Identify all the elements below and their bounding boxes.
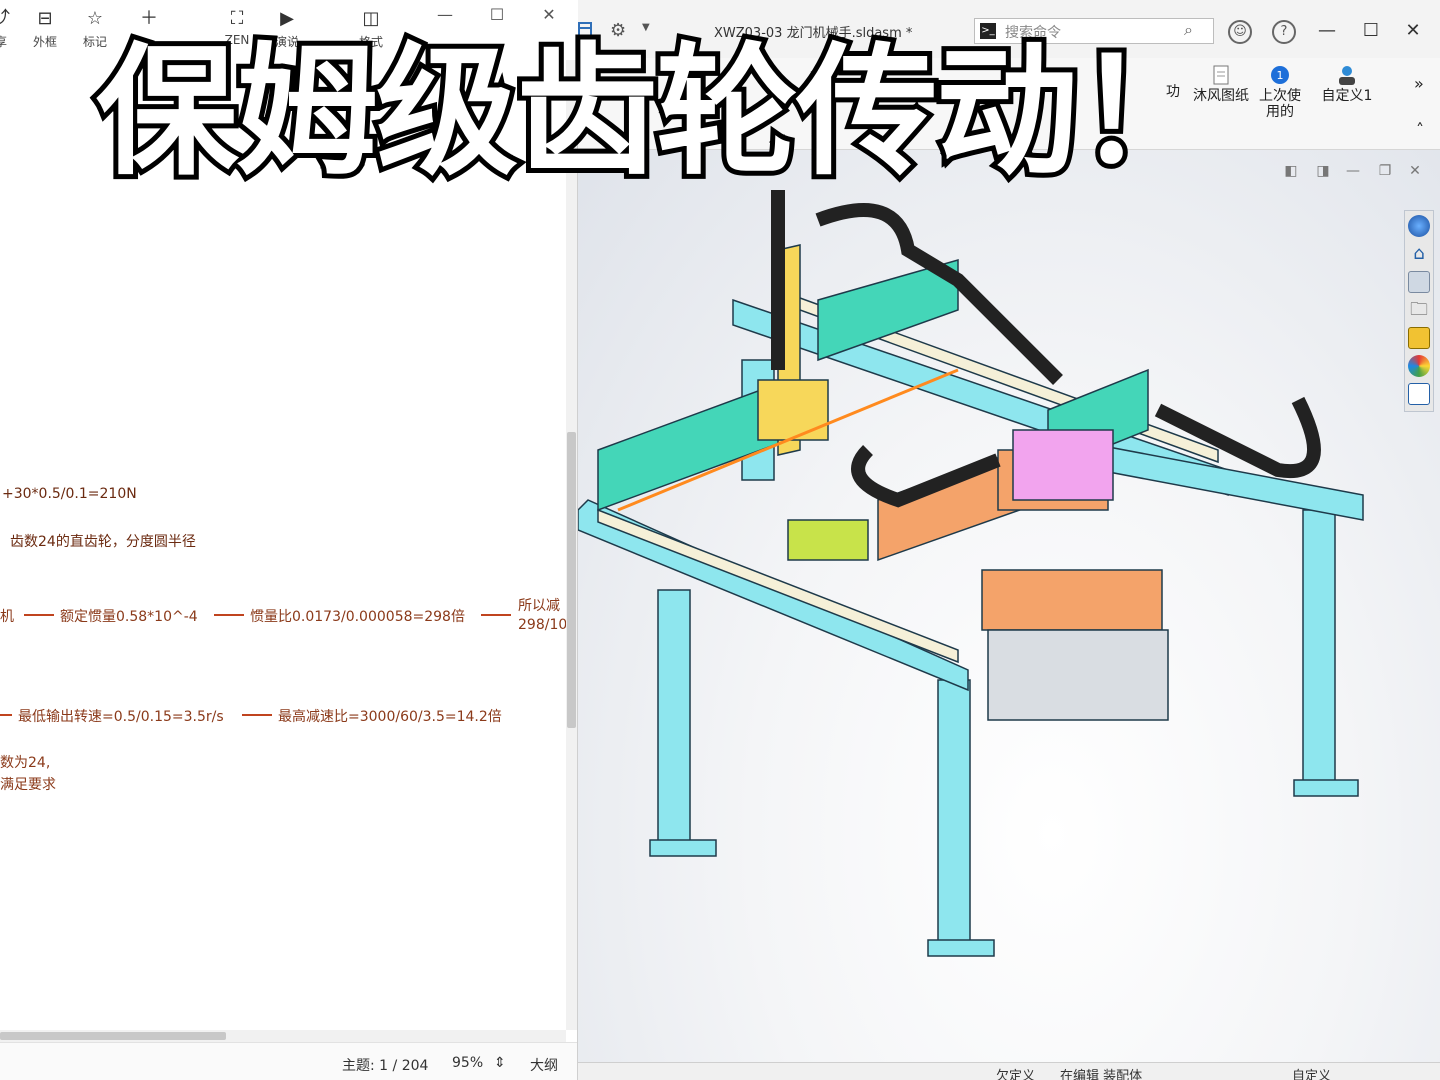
leg-foot [1293, 779, 1359, 797]
gantry-leg [937, 679, 971, 951]
scrollbar-thumb[interactable] [0, 1032, 226, 1040]
mindmap-canvas[interactable]: +30*0.5/0.1=210N 齿数24的直齿轮，分度圆半径 机 额定惯量0.… [0, 60, 566, 1030]
custom-properties-icon[interactable] [1408, 383, 1430, 405]
appearances-icon[interactable] [1408, 355, 1430, 377]
connector-line [214, 614, 244, 616]
mindmap-node[interactable]: +30*0.5/0.1=210N [2, 486, 137, 502]
mindmap-node[interactable]: 298/10 [518, 617, 566, 633]
motor-gearbox [787, 519, 869, 561]
mindmap-node[interactable]: 最高减速比=3000/60/3.5=14.2倍 [278, 706, 502, 726]
cad-close-button[interactable]: ✕ [1398, 18, 1428, 44]
mindmap-node[interactable]: 齿数24的直齿轮，分度圆半径 [10, 531, 196, 551]
mindmap-node[interactable]: 所以减 [518, 595, 560, 615]
share-icon: ⤴ [0, 8, 10, 29]
3d-viewport[interactable]: ◧ ◨ — ❐ ✕ ⌂ 🗀 [578, 150, 1440, 1062]
zoom-level[interactable]: 95% [452, 1055, 483, 1071]
video-caption: 保姆级齿轮传动！ [91, 25, 1223, 200]
connector-line [0, 714, 12, 716]
fullscreen-icon: ⛶ [230, 8, 244, 29]
plus-icon: ＋⌄ [140, 8, 158, 51]
folder-icon[interactable]: 🗀 [1408, 299, 1430, 321]
panel-icon: ◫ [362, 8, 380, 29]
z-carriage [757, 379, 829, 441]
scrollbar-thumb[interactable] [567, 432, 576, 728]
ribbon-expand-icon[interactable]: » [1414, 76, 1424, 92]
help-icon[interactable]: ? [1272, 20, 1296, 44]
star-icon: ☆ [86, 8, 104, 29]
mindmap-node[interactable]: 惯量比0.0173/0.000058=298倍 [250, 606, 465, 626]
definition-status: 欠定义 [996, 1069, 1036, 1080]
solidworks-resources-icon[interactable] [1408, 215, 1430, 237]
toolbar-share-button[interactable]: ⤴ 享 [0, 8, 24, 56]
view-palette-icon[interactable] [1408, 327, 1430, 349]
toolbar-outline-button[interactable]: ⊟ 外框 [22, 8, 68, 56]
edit-mode-status: 在编辑 装配体 [1060, 1069, 1143, 1080]
design-library-icon[interactable] [1408, 271, 1430, 293]
gantry-robot-model[interactable] [578, 150, 1440, 1062]
cad-maximize-button[interactable]: ☐ [1356, 18, 1386, 44]
topic-counter: 主题: 1 / 204 [342, 1058, 429, 1074]
mindmap-node[interactable]: 额定惯量0.58*10^-4 [60, 606, 198, 626]
z-axis-module [1012, 429, 1114, 501]
zoom-toggle-icon[interactable]: ⇕ [494, 1055, 506, 1071]
custom-units-status[interactable]: 自定义 [1292, 1065, 1331, 1080]
mindmap-statusbar: 主题: 1 / 204 95% ⇕ 大纲 [0, 1042, 577, 1080]
frame-beam-right [1097, 444, 1364, 521]
outline-frame-icon: ⊟ [37, 8, 53, 29]
play-icon: ▶ [280, 8, 294, 29]
info-badge-icon: 1 [1271, 66, 1289, 84]
mindmap-node[interactable]: 机 [0, 606, 14, 626]
cad-minimize-button[interactable]: — [1312, 18, 1342, 44]
horizontal-scrollbar[interactable] [0, 1030, 566, 1042]
tray-rack [987, 629, 1169, 721]
vertical-scrollbar[interactable] [566, 60, 577, 1030]
task-pane: ⌂ 🗀 [1404, 210, 1434, 412]
leg-foot [927, 939, 995, 957]
ribbon-collapse-icon[interactable]: ˄ [1416, 122, 1424, 138]
cad-statusbar: 欠定义 在编辑 装配体 自定义 [578, 1062, 1440, 1080]
close-button[interactable]: ✕ [536, 4, 562, 26]
minimize-button[interactable]: — [432, 4, 458, 26]
outline-button[interactable]: 大纲 [530, 1055, 558, 1075]
gripper-plate [981, 569, 1163, 631]
connector-line [242, 714, 272, 716]
mindmap-node[interactable]: 满足要求 [0, 774, 56, 794]
gantry-leg [1302, 509, 1336, 791]
leg-foot [649, 839, 717, 857]
mindmap-node[interactable]: 数为24, [0, 752, 50, 772]
connector-line [481, 614, 511, 616]
connector-line [24, 614, 54, 616]
home-icon[interactable]: ⌂ [1408, 243, 1430, 265]
gantry-leg [657, 589, 691, 851]
user-account-icon[interactable]: ☺ [1228, 20, 1252, 44]
ribbon-custom-button[interactable]: 自定义1 [1316, 64, 1378, 104]
ribbon-recent-button[interactable]: 1 上次使用的 [1254, 64, 1306, 120]
mindmap-node[interactable]: 最低输出转速=0.5/0.15=3.5r/s [18, 706, 224, 726]
person-icon [1339, 66, 1355, 85]
svg-text:1: 1 [1277, 69, 1284, 82]
maximize-button[interactable]: ☐ [484, 4, 510, 26]
